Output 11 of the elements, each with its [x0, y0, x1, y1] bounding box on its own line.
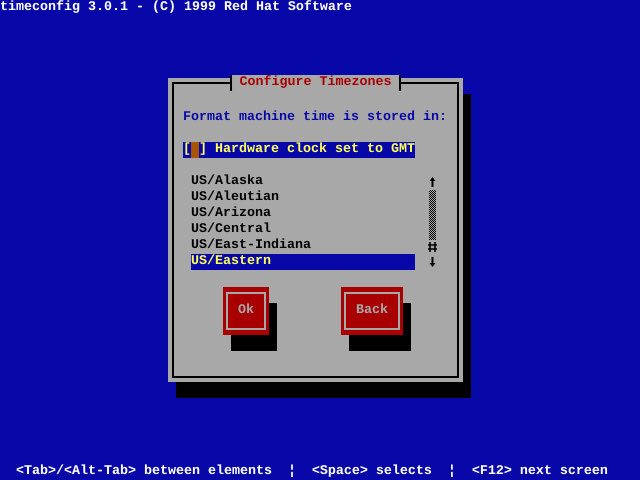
timezone-item[interactable]: US/Arizona — [191, 206, 415, 222]
timezone-item[interactable]: US/Aleutian — [191, 190, 415, 206]
dialog-title: Configure Timezones — [230, 75, 402, 91]
timezone-item[interactable]: US/Central — [191, 222, 415, 238]
window-title: timeconfig 3.0.1 - (C) 1999 Red Hat Software — [0, 0, 353, 16]
timezone-item[interactable]: US/Alaska — [191, 174, 415, 190]
timezone-item[interactable]: US/Eastern — [191, 254, 415, 270]
timezone-item[interactable]: US/East-Indiana — [191, 238, 415, 254]
gmt-checkbox[interactable]: [ ] Hardware clock set to GMT — [183, 142, 415, 158]
prompt-text: Format machine time is stored in: — [183, 110, 448, 126]
status-bar-hints: <Tab>/<Alt-Tab> between elements ¦ <Space> selects ¦ <F12> next screen — [15, 464, 609, 480]
